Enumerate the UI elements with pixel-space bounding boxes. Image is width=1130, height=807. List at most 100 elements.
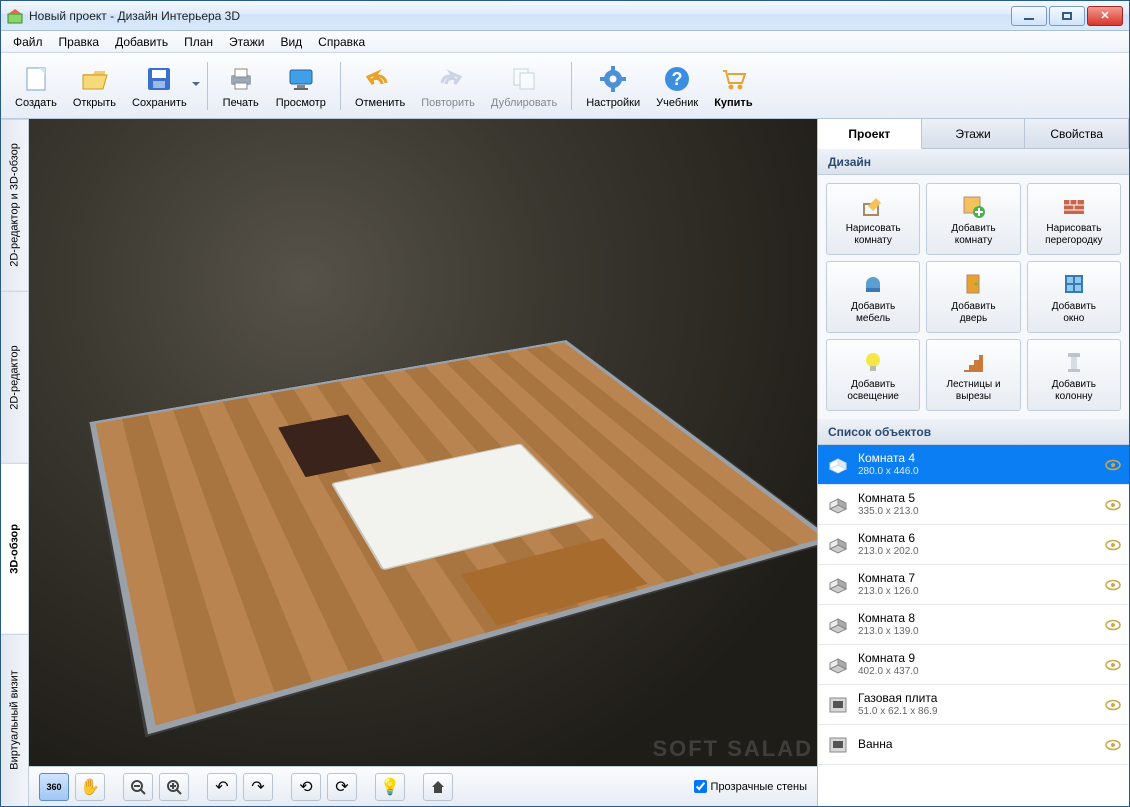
visibility-eye-icon[interactable] — [1105, 499, 1121, 511]
tilt-right-button[interactable]: ⟳ — [327, 773, 357, 801]
tab-project[interactable]: Проект — [818, 119, 922, 149]
toolbar: Создать Открыть Сохранить Печать Просмот… — [1, 53, 1129, 119]
app-window: Новый проект - Дизайн Интерьера 3D ✕ Фай… — [0, 0, 1130, 807]
preview-button[interactable]: Просмотр — [268, 59, 334, 113]
object-dimensions: 280.0 x 446.0 — [858, 466, 1097, 478]
visibility-eye-icon[interactable] — [1105, 699, 1121, 711]
draw-partition-button[interactable]: Нарисоватьперегородку — [1027, 183, 1121, 255]
column-icon — [1060, 348, 1088, 376]
redo-icon — [432, 63, 464, 95]
add-lighting-button[interactable]: Добавитьосвещение — [826, 339, 920, 411]
object-list-item[interactable]: Комната 5335.0 x 213.0 — [818, 485, 1129, 525]
draw-room-button[interactable]: Нарисоватькомнату — [826, 183, 920, 255]
add-room-icon — [959, 192, 987, 220]
menu-file[interactable]: Файл — [5, 32, 51, 52]
visibility-eye-icon[interactable] — [1105, 539, 1121, 551]
vtab-virtual-visit[interactable]: Виртуальный визит — [1, 634, 28, 806]
transparent-walls-checkbox[interactable]: Прозрачные стены — [694, 780, 807, 793]
menu-add[interactable]: Добавить — [107, 32, 176, 52]
menu-edit[interactable]: Правка — [51, 32, 108, 52]
printer-icon — [225, 63, 257, 95]
object-list[interactable]: Комната 4280.0 x 446.0Комната 5335.0 x 2… — [818, 445, 1129, 806]
minimize-button[interactable] — [1011, 6, 1047, 26]
save-dropdown[interactable] — [191, 82, 201, 90]
menu-floors[interactable]: Этажи — [221, 32, 272, 52]
visibility-eye-icon[interactable] — [1105, 659, 1121, 671]
objects-section-header: Список объектов — [818, 419, 1129, 445]
stairs-cutouts-button[interactable]: Лестницы ивырезы — [926, 339, 1020, 411]
room-3d-icon — [826, 495, 850, 515]
object-list-item[interactable]: Комната 7213.0 x 126.0 — [818, 565, 1129, 605]
add-door-button[interactable]: Добавитьдверь — [926, 261, 1020, 333]
side-panel: Проект Этажи Свойства Дизайн Нарисоватьк… — [817, 119, 1129, 806]
object-list-item[interactable]: Комната 6213.0 x 202.0 — [818, 525, 1129, 565]
object-list-item[interactable]: Ванна — [818, 725, 1129, 765]
view-mode-tabs: 2D-редактор и 3D-обзор 2D-редактор 3D-об… — [1, 119, 29, 806]
add-column-button[interactable]: Добавитьколонну — [1027, 339, 1121, 411]
zoom-in-icon — [166, 779, 182, 795]
maximize-button[interactable] — [1049, 6, 1085, 26]
object-list-item[interactable]: Комната 9402.0 x 437.0 — [818, 645, 1129, 685]
door-icon — [959, 270, 987, 298]
object-dimensions: 213.0 x 139.0 — [858, 626, 1097, 638]
design-tools-grid: Нарисоватькомнату Добавитькомнату Нарисо… — [818, 175, 1129, 419]
object-name: Комната 8 — [858, 611, 1097, 625]
vtab-2d-editor[interactable]: 2D-редактор — [1, 291, 28, 463]
toolbar-separator — [340, 62, 341, 110]
object-icon — [826, 695, 850, 715]
object-name: Комната 5 — [858, 491, 1097, 505]
tutorial-button[interactable]: ? Учебник — [648, 59, 706, 113]
visibility-eye-icon[interactable] — [1105, 459, 1121, 471]
settings-button[interactable]: Настройки — [578, 59, 648, 113]
add-furniture-button[interactable]: Добавитьмебель — [826, 261, 920, 333]
object-list-item[interactable]: Комната 4280.0 x 446.0 — [818, 445, 1129, 485]
bulb-icon: 💡 — [380, 777, 400, 797]
view-360-button[interactable]: 360 — [39, 773, 69, 801]
create-button[interactable]: Создать — [7, 59, 65, 113]
zoom-out-button[interactable] — [123, 773, 153, 801]
visibility-eye-icon[interactable] — [1105, 579, 1121, 591]
rotate-360-icon: 360 — [46, 782, 61, 792]
window-icon — [1060, 270, 1088, 298]
close-button[interactable]: ✕ — [1087, 6, 1123, 26]
menu-view[interactable]: Вид — [272, 32, 310, 52]
home-view-button[interactable] — [423, 773, 453, 801]
tilt-right-icon: ⟳ — [335, 777, 348, 797]
tab-properties[interactable]: Свойства — [1025, 119, 1129, 148]
transparent-walls-input[interactable] — [694, 780, 707, 793]
tilt-left-button[interactable]: ⟲ — [291, 773, 321, 801]
brick-wall-icon — [1060, 192, 1088, 220]
lighting-button[interactable]: 💡 — [375, 773, 405, 801]
help-icon: ? — [661, 63, 693, 95]
rotate-cw-button[interactable]: ↷ — [243, 773, 273, 801]
folder-open-icon — [78, 63, 110, 95]
print-button[interactable]: Печать — [214, 59, 268, 113]
zoom-in-button[interactable] — [159, 773, 189, 801]
menu-plan[interactable]: План — [176, 32, 221, 52]
visibility-eye-icon[interactable] — [1105, 739, 1121, 751]
titlebar: Новый проект - Дизайн Интерьера 3D ✕ — [1, 1, 1129, 31]
3d-canvas[interactable]: SOFT SALAD — [29, 119, 817, 766]
open-button[interactable]: Открыть — [65, 59, 124, 113]
redo-button[interactable]: Повторить — [413, 59, 483, 113]
buy-button[interactable]: Купить — [706, 59, 760, 113]
object-name: Газовая плита — [858, 691, 1097, 705]
add-window-button[interactable]: Добавитьокно — [1027, 261, 1121, 333]
object-list-item[interactable]: Газовая плита51.0 x 62.1 x 86.9 — [818, 685, 1129, 725]
add-room-button[interactable]: Добавитькомнату — [926, 183, 1020, 255]
duplicate-button[interactable]: Дублировать — [483, 59, 565, 113]
visibility-eye-icon[interactable] — [1105, 619, 1121, 631]
vtab-3d-view[interactable]: 3D-обзор — [1, 463, 28, 635]
toolbar-separator — [207, 62, 208, 110]
vtab-2d-3d-combo[interactable]: 2D-редактор и 3D-обзор — [1, 119, 28, 291]
save-button[interactable]: Сохранить — [124, 59, 195, 113]
hand-icon: ✋ — [80, 777, 100, 797]
tab-floors[interactable]: Этажи — [922, 119, 1026, 148]
pan-button[interactable]: ✋ — [75, 773, 105, 801]
undo-button[interactable]: Отменить — [347, 59, 413, 113]
object-list-item[interactable]: Комната 8213.0 x 139.0 — [818, 605, 1129, 645]
menu-help[interactable]: Справка — [310, 32, 373, 52]
rotate-cw-icon: ↷ — [251, 777, 264, 797]
rotate-ccw-button[interactable]: ↶ — [207, 773, 237, 801]
object-icon — [826, 735, 850, 755]
